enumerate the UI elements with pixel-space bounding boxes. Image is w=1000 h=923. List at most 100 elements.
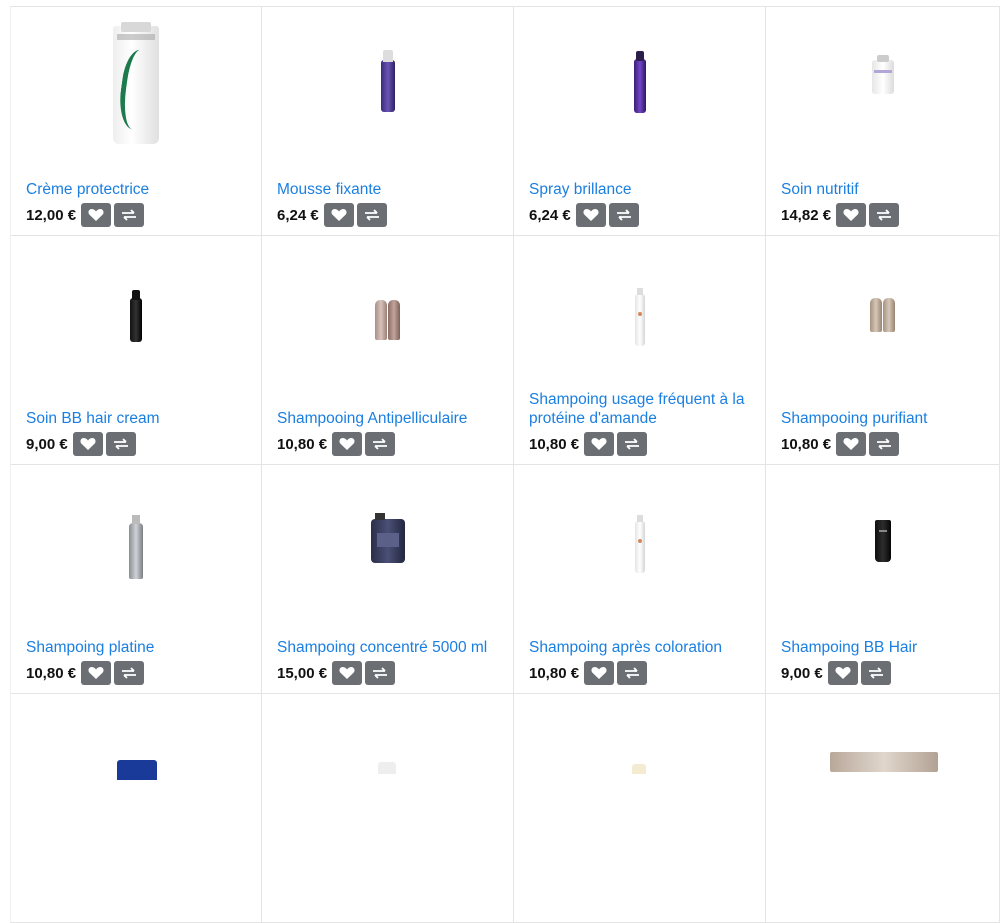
product-image[interactable] [830,752,938,772]
product-card: Shampooing Antipelliculaire 10,80 € [262,236,514,465]
compare-button[interactable] [869,432,900,456]
product-card [262,694,514,923]
product-name-link[interactable]: Shampoing après coloration [529,638,755,657]
product-image[interactable] [766,465,999,613]
compare-arrows-icon [877,209,892,221]
product-image[interactable] [11,465,261,613]
product-card: Crème protectrice 12,00 € [10,7,262,236]
compare-button[interactable] [860,661,891,685]
compare-arrows-icon [868,667,883,679]
heart-icon [583,209,599,221]
wishlist-button[interactable] [81,203,112,227]
product-name-link[interactable]: Crème protectrice [26,180,251,199]
wishlist-button[interactable] [332,661,363,685]
compare-button[interactable] [105,432,136,456]
product-name-link[interactable]: Shampoing BB Hair [781,638,989,657]
product-image[interactable] [11,236,261,384]
product-card [10,694,262,923]
compare-button[interactable] [365,661,396,685]
compare-button[interactable] [617,661,648,685]
heart-icon [331,209,347,221]
heart-icon [88,209,104,221]
product-image[interactable] [378,762,396,774]
product-card: Soin nutritif 14,82 € [766,7,1000,236]
compare-button[interactable] [356,203,387,227]
product-price: 10,80 € [781,435,832,453]
product-card: Shampooing purifiant 10,80 € [766,236,1000,465]
compare-arrows-icon [113,438,128,450]
product-price: 10,80 € [529,435,580,453]
heart-icon [843,438,859,450]
heart-icon [339,438,355,450]
product-price: 6,24 € [277,206,319,224]
product-image[interactable] [766,7,999,155]
heart-icon [88,667,104,679]
product-card: Shampoing BB Hair 9,00 € [766,465,1000,694]
product-name-link[interactable]: Shampoing platine [26,638,251,657]
compare-button[interactable] [114,203,145,227]
wishlist-button[interactable] [584,661,615,685]
compare-arrows-icon [877,438,892,450]
product-price: 10,80 € [26,664,77,682]
compare-button[interactable] [365,432,396,456]
product-name-link[interactable]: Shampooing Antipelliculaire [277,409,503,428]
product-image[interactable] [262,7,513,155]
compare-button[interactable] [608,203,639,227]
product-name-link[interactable]: Shampoing concentré 5000 ml [277,638,503,657]
product-image[interactable] [514,236,765,384]
product-name-link[interactable]: Soin BB hair cream [26,409,251,428]
heart-icon [591,667,607,679]
compare-button[interactable] [869,203,900,227]
heart-icon [843,209,859,221]
product-card: Shampoing platine 10,80 € [10,465,262,694]
product-image[interactable] [514,465,765,613]
compare-arrows-icon [625,438,640,450]
product-card [514,694,766,923]
wishlist-button[interactable] [836,432,867,456]
compare-arrows-icon [373,667,388,679]
product-price: 9,00 € [26,435,68,453]
product-image[interactable] [262,236,513,384]
product-card: Shampoing après coloration 10,80 € [514,465,766,694]
product-price: 9,00 € [781,664,823,682]
product-image[interactable] [766,236,999,384]
wishlist-button[interactable] [827,661,858,685]
product-price: 10,80 € [529,664,580,682]
product-name-link[interactable]: Soin nutritif [781,180,989,199]
product-card: Soin BB hair cream 9,00 € [10,236,262,465]
product-name-link[interactable]: Shampoing usage fréquent à la protéine d… [529,390,755,428]
product-price: 12,00 € [26,206,77,224]
product-image[interactable] [262,465,513,613]
product-card [766,694,1000,923]
product-card: Shampoing usage fréquent à la protéine d… [514,236,766,465]
compare-button[interactable] [617,432,648,456]
product-card: Shampoing concentré 5000 ml 15,00 € [262,465,514,694]
compare-arrows-icon [625,667,640,679]
product-name-link[interactable]: Shampooing purifiant [781,409,989,428]
product-card: Spray brillance 6,24 € [514,7,766,236]
product-name-link[interactable]: Spray brillance [529,180,755,199]
compare-arrows-icon [373,438,388,450]
compare-button[interactable] [114,661,145,685]
product-name-link[interactable]: Mousse fixante [277,180,503,199]
product-image[interactable] [117,760,157,780]
compare-arrows-icon [364,209,379,221]
wishlist-button[interactable] [332,432,363,456]
wishlist-button[interactable] [323,203,354,227]
heart-icon [339,667,355,679]
wishlist-button[interactable] [72,432,103,456]
compare-arrows-icon [616,209,631,221]
wishlist-button[interactable] [584,432,615,456]
wishlist-button[interactable] [836,203,867,227]
product-image[interactable] [11,7,261,155]
product-price: 10,80 € [277,435,328,453]
product-image[interactable] [514,7,765,155]
compare-arrows-icon [122,667,137,679]
product-price: 14,82 € [781,206,832,224]
heart-icon [835,667,851,679]
product-card: Mousse fixante 6,24 € [262,7,514,236]
product-grid: Crème protectrice 12,00 € Mousse fixante… [10,6,1000,923]
product-price: 15,00 € [277,664,328,682]
wishlist-button[interactable] [575,203,606,227]
wishlist-button[interactable] [81,661,112,685]
